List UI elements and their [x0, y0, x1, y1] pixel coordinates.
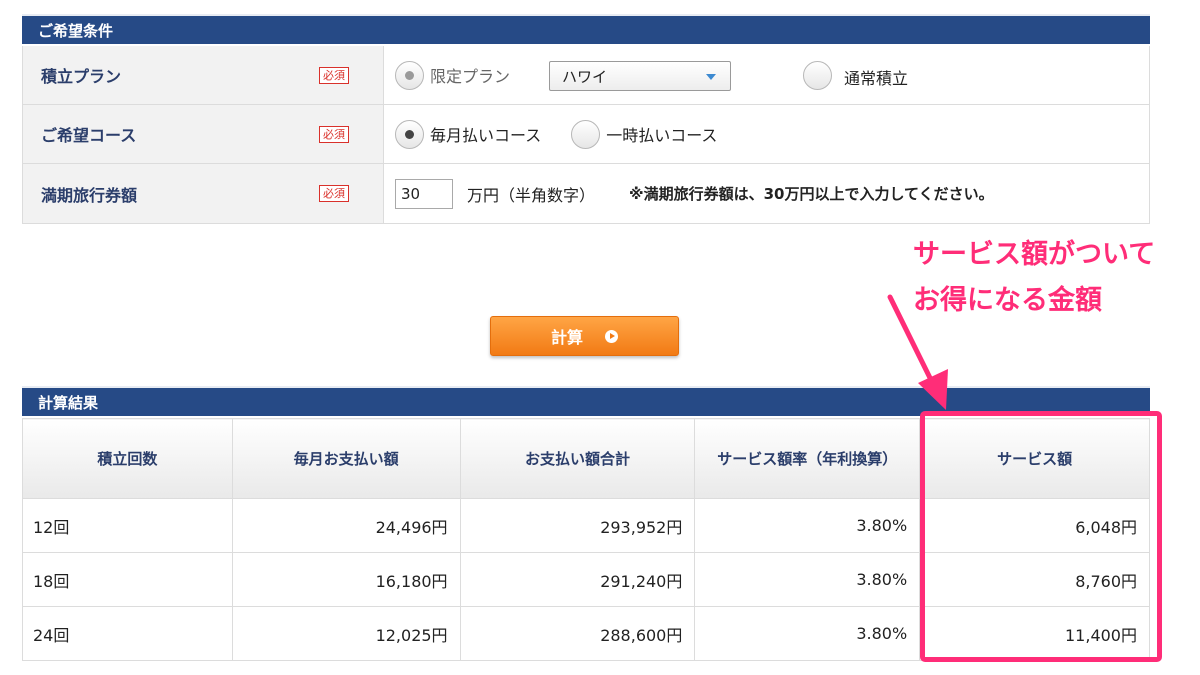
radio-lump-course[interactable]	[571, 119, 601, 149]
cell-service-rate: 3.80%	[694, 498, 921, 553]
radio-limited-plan-label: 限定プラン	[430, 67, 511, 86]
play-circle-icon	[605, 329, 618, 343]
column-header: お支払い額合計	[459, 418, 696, 499]
amount-label-cell: 満期旅行券額 必須	[23, 164, 384, 223]
column-header: サービス額率（年利換算）	[694, 418, 921, 499]
cell-service-amount: 6,048円	[919, 498, 1150, 553]
course-label: ご希望コース	[41, 126, 137, 145]
radio-lump-course-label: 一時払いコース	[606, 126, 718, 145]
plan-label-cell: 積立プラン 必須	[23, 46, 384, 104]
plan-label: 積立プラン	[41, 67, 122, 86]
course-field: 毎月払いコース 一時払いコース	[384, 105, 1149, 163]
column-header: 積立回数	[22, 418, 233, 499]
radio-monthly-course[interactable]	[395, 119, 424, 149]
course-row: ご希望コース 必須 毎月払いコース 一時払いコース	[23, 105, 1149, 164]
cell-installments: 12回	[22, 498, 233, 553]
conditions-header: ご希望条件	[22, 14, 1150, 44]
column-header: サービス額	[919, 418, 1150, 499]
radio-limited-plan[interactable]	[395, 60, 424, 90]
cell-monthly-payment: 12,025円	[231, 606, 461, 661]
results-header-row: 積立回数 毎月お支払い額 お支払い額合計 サービス額率（年利換算） サービス額	[22, 418, 1150, 499]
cell-total-payment: 291,240円	[459, 552, 696, 607]
table-row: 24回 12,025円 288,600円 3.80% 11,400円	[22, 606, 1150, 661]
conditions-form: 積立プラン 必須 限定プラン ハワイ 通常積立 ご希望コース 必須 毎月払いコー…	[22, 46, 1150, 224]
cell-monthly-payment: 24,496円	[231, 498, 461, 553]
plan-row: 積立プラン 必須 限定プラン ハワイ 通常積立	[23, 46, 1149, 105]
required-badge: 必須	[319, 185, 349, 202]
amount-note: ※満期旅行券額は、30万円以上で入力してください。	[629, 185, 994, 203]
amount-unit: 万円（半角数字）	[467, 185, 596, 205]
radio-normal-plan[interactable]	[803, 61, 832, 90]
radio-dot	[405, 70, 414, 80]
cell-installments: 24回	[22, 606, 233, 661]
calculate-button[interactable]: 計算	[490, 316, 679, 356]
cell-service-rate: 3.80%	[694, 606, 921, 661]
table-row: 12回 24,496円 293,952円 3.80% 6,048円	[22, 498, 1150, 553]
cell-service-amount: 8,760円	[919, 552, 1150, 607]
calculate-button-label: 計算	[550, 328, 583, 347]
cell-total-payment: 288,600円	[459, 606, 696, 661]
results-header: 計算結果	[22, 386, 1150, 416]
course-label-cell: ご希望コース 必須	[23, 105, 384, 163]
amount-label: 満期旅行券額	[41, 185, 138, 205]
plan-field: 限定プラン ハワイ 通常積立	[384, 46, 1149, 104]
results-table: 積立回数 毎月お支払い額 お支払い額合計 サービス額率（年利換算） サービス額 …	[22, 418, 1150, 661]
required-badge: 必須	[319, 66, 349, 84]
cell-service-rate: 3.80%	[694, 552, 921, 607]
cell-installments: 18回	[22, 552, 233, 607]
table-row: 18回 16,180円 291,240円 3.80% 8,760円	[22, 552, 1150, 607]
amount-field: 万円（半角数字） ※満期旅行券額は、30万円以上で入力してください。	[384, 164, 1149, 223]
cell-service-amount: 11,400円	[919, 606, 1150, 661]
cell-total-payment: 293,952円	[459, 498, 696, 553]
radio-normal-plan-label: 通常積立	[844, 69, 909, 88]
radio-dot	[405, 129, 414, 139]
destination-select-value: ハワイ	[562, 67, 608, 86]
required-badge: 必須	[319, 125, 349, 143]
amount-row: 満期旅行券額 必須 万円（半角数字） ※満期旅行券額は、30万円以上で入力してく…	[23, 164, 1149, 223]
annotation-line1: サービス額がついて	[913, 239, 1156, 270]
amount-input[interactable]	[395, 178, 453, 209]
destination-select[interactable]: ハワイ	[549, 61, 731, 91]
chevron-down-icon	[706, 74, 716, 80]
annotation-line2: お得になる金額	[913, 285, 1102, 316]
cell-monthly-payment: 16,180円	[231, 552, 461, 607]
column-header: 毎月お支払い額	[231, 418, 461, 499]
radio-monthly-course-label: 毎月払いコース	[430, 126, 542, 145]
